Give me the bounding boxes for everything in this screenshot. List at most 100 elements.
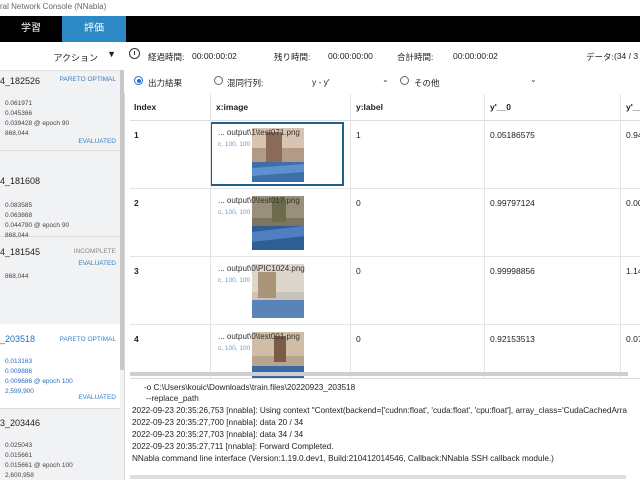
row-index: 1 — [134, 130, 139, 140]
image-file-path: ... output\0\test017.png — [218, 196, 300, 205]
metric: 0.013163 — [5, 358, 33, 365]
label-value: 0 — [356, 266, 361, 276]
metric: 2,599,900 — [5, 388, 34, 395]
metric: 0.045366 — [5, 110, 33, 117]
label-value: 1 — [356, 130, 361, 140]
result-name: 4_181545 — [0, 247, 41, 257]
confusion-radio-label: 混同行列: — [227, 78, 264, 88]
metric: 0.063868 — [5, 212, 33, 219]
metric: 0.015661 @ epoch 100 — [5, 462, 73, 469]
result-card[interactable]: 4_182526 PARETO OPTIMAL 0.061971 0.04536… — [0, 70, 120, 151]
image-cell[interactable]: ... output\1\test071.png c, 100, 100 — [210, 122, 344, 186]
remaining-label: 残り時間: — [274, 52, 311, 62]
result-name: 4_182526 — [0, 76, 41, 86]
metric: 2,600,958 — [5, 472, 34, 479]
chevron-down-icon[interactable]: ⌄ — [382, 75, 389, 84]
metric: 0.061971 — [5, 100, 33, 107]
data-value: (34 / 3 — [614, 51, 639, 61]
other-radio-label: その他 — [414, 78, 440, 88]
metric: 0.015661 — [5, 452, 33, 459]
prediction-value: 0.92153513 — [490, 334, 535, 344]
evaluated-badge: EVALUATED — [78, 394, 116, 401]
row-index: 2 — [134, 198, 139, 208]
tab-training[interactable]: 学習 — [0, 16, 62, 42]
image-shape: c, 100, 100 — [218, 141, 251, 148]
data-label: データ: — [586, 52, 614, 62]
table-row[interactable]: 2 ... output\0\test017.png c, 100, 100 0… — [130, 188, 640, 257]
log-line: NNabla command line interface (Version:1… — [132, 454, 554, 463]
table-header: Index x:image y:label y'__0 y'__ — [130, 94, 640, 121]
prediction-value: 1.14 — [626, 266, 640, 276]
label-value: 0 — [356, 334, 361, 344]
log-line: --replace_path — [146, 394, 199, 403]
metric: 0.025043 — [5, 442, 33, 449]
prediction-value: 0.99797124 — [490, 198, 535, 208]
column-divider — [484, 94, 485, 378]
result-name: 3_203446 — [0, 418, 41, 428]
result-card-selected[interactable]: _203518 PARETO OPTIMAL 0.013163 0.009886… — [0, 324, 120, 409]
window-titlebar: ral Network Console (NNabla) — [0, 0, 640, 17]
elapsed-value: 00:00:00:02 — [192, 51, 237, 61]
prediction-value: 0.94 — [626, 130, 640, 140]
action-menu-label[interactable]: アクション — [53, 51, 98, 64]
total-label: 合計時間: — [397, 52, 434, 62]
metric: 0.044790 @ epoch 90 — [5, 222, 70, 229]
prediction-value: 0.05186575 — [490, 130, 535, 140]
confusion-radio[interactable] — [214, 76, 223, 85]
results-sidebar: アクション ▼ 4_182526 PARETO OPTIMAL 0.061971… — [0, 42, 125, 480]
image-shape: c, 100, 100 — [218, 209, 251, 216]
total-value: 00:00:00:02 — [453, 51, 498, 61]
image-cell[interactable]: ... output\0\test017.png c, 100, 100 — [212, 192, 342, 252]
chevron-down-icon[interactable]: ⌄ — [530, 75, 537, 84]
metric: 0.009686 @ epoch 100 — [5, 378, 73, 385]
result-card[interactable]: 4_181545 INCOMPLETE 868,044 — [0, 236, 120, 325]
view-options-bar: 出力結果 混同行列: y - y' ⌄ その他 ⌄ — [124, 69, 640, 93]
chevron-down-icon[interactable]: ▼ — [107, 49, 116, 59]
metric: 868,044 — [5, 273, 29, 280]
column-header[interactable]: y:label — [356, 102, 383, 112]
image-file-path: ... output\0\PIC1024.png — [218, 264, 305, 273]
image-shape: c, 100, 100 — [218, 277, 251, 284]
other-radio[interactable] — [400, 76, 409, 85]
column-header[interactable]: x:image — [216, 102, 248, 112]
tab-evaluation[interactable]: 評価 — [62, 16, 126, 42]
image-cell[interactable]: ... output\0\test001.png c, 100, 100 — [212, 328, 342, 378]
table-row[interactable]: 4 ... output\0\test001.png c, 100, 100 0… — [130, 324, 640, 378]
column-header[interactable]: y'__0 — [490, 102, 511, 112]
table-row[interactable]: 3 ... output\0\PIC1024.png c, 100, 100 0… — [130, 256, 640, 325]
column-divider — [350, 94, 351, 378]
prediction-value: 0.07 — [626, 334, 640, 344]
log-line: 2022-09-23 20:35:26,753 [nnabla]: Using … — [132, 406, 627, 415]
result-status: PARETO OPTIMAL — [59, 336, 116, 343]
elapsed-label: 経過時間: — [148, 52, 185, 62]
log-line: 2022-09-23 20:35:27,711 [nnabla]: Forwar… — [132, 442, 334, 451]
log-line: 2022-09-23 20:35:27,700 [nnabla]: data 2… — [132, 418, 304, 427]
label-value: 0 — [356, 198, 361, 208]
sidebar-scrollbar[interactable] — [120, 70, 124, 370]
prediction-value: 0.99998856 — [490, 266, 535, 276]
table-row[interactable]: 1 ... output\1\test071.png c, 100, 100 1… — [130, 120, 640, 189]
column-header[interactable]: y'__ — [626, 102, 640, 112]
confusion-select[interactable]: y - y' — [312, 77, 330, 87]
table-horizontal-scrollbar[interactable] — [130, 372, 628, 376]
clock-icon — [129, 48, 140, 59]
evaluated-badge: EVALUATED — [78, 138, 116, 145]
row-index: 4 — [134, 334, 139, 344]
console-horizontal-scrollbar[interactable] — [130, 475, 626, 479]
result-status: PARETO OPTIMAL — [59, 76, 116, 83]
metric: 0.009886 — [5, 368, 33, 375]
image-cell[interactable]: ... output\0\PIC1024.png c, 100, 100 — [212, 260, 342, 320]
remaining-value: 00:00:00:00 — [328, 51, 373, 61]
column-header[interactable]: Index — [134, 102, 156, 112]
image-shape: c, 100, 100 — [218, 345, 251, 352]
result-card[interactable]: 4_181608 0.083585 0.063868 0.044790 @ ep… — [0, 150, 120, 267]
result-card[interactable]: 3_203446 0.025043 0.015661 0.015661 @ ep… — [0, 408, 120, 480]
log-line: 2022-09-23 20:35:27,703 [nnabla]: data 3… — [132, 430, 304, 439]
output-radio[interactable] — [134, 76, 143, 85]
log-console: -o C:\Users\kouic\Downloads\train.files\… — [130, 378, 640, 481]
metric: 0.039428 @ epoch 90 — [5, 120, 70, 127]
results-table: Index x:image y:label y'__0 y'__ 1 ... o… — [130, 94, 640, 378]
row-index: 3 — [134, 266, 139, 276]
column-divider — [620, 94, 621, 378]
result-name: 4_181608 — [0, 176, 41, 186]
